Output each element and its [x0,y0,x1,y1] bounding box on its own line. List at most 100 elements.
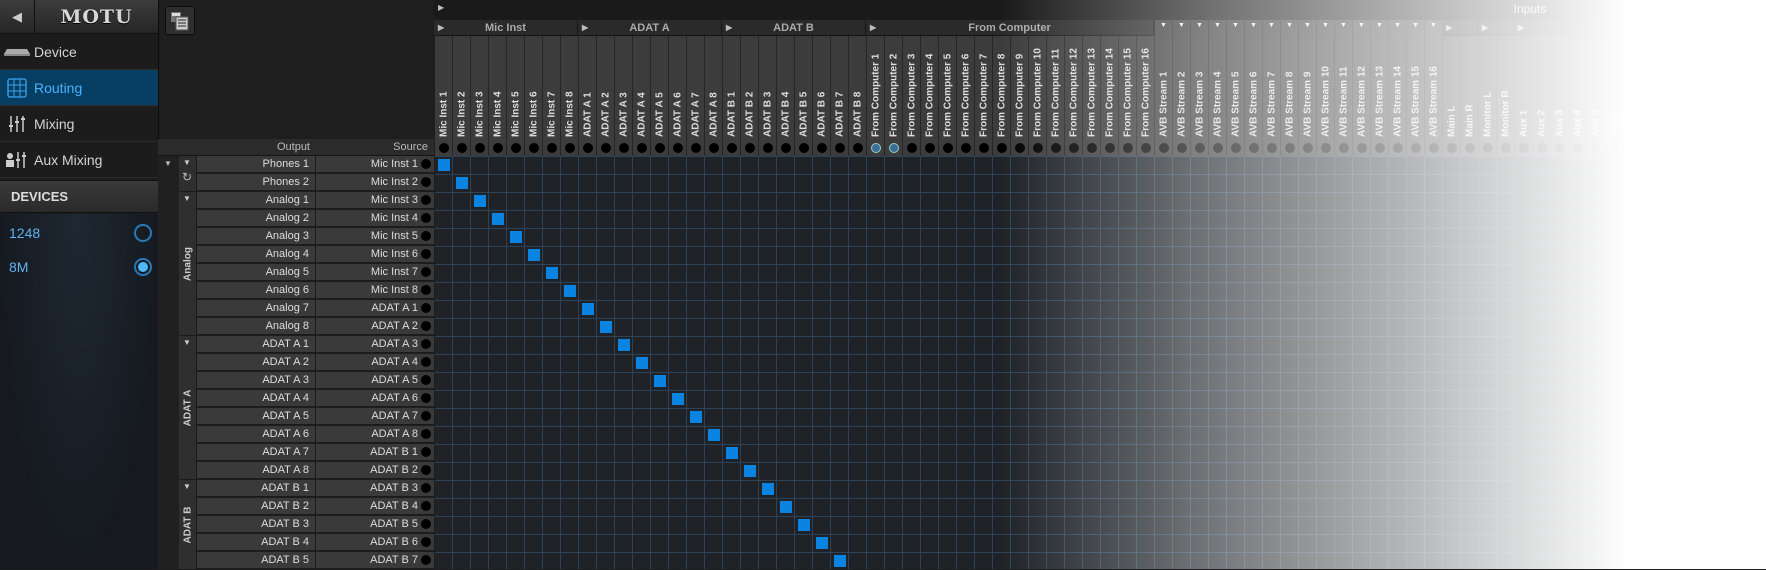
output-connection-dot[interactable] [421,555,431,565]
input-connection-dot[interactable] [1429,143,1439,153]
input-connection-dot[interactable] [547,143,557,153]
input-column[interactable]: AVB Stream 7 [1263,36,1281,156]
device-select-radio[interactable] [134,224,152,242]
input-group-from-computer[interactable]: ▶ From Computer [866,20,1154,36]
input-connection-dot[interactable] [763,143,773,153]
input-connection-dot[interactable] [1483,143,1493,153]
input-column[interactable]: From Computer 8 [993,36,1011,156]
input-column[interactable]: From Computer 13 [1083,36,1101,156]
input-connection-dot[interactable] [493,143,503,153]
input-connection-dot[interactable] [1177,143,1187,153]
input-connection-dot[interactable] [1465,143,1475,153]
input-column[interactable]: Aux 5 [1587,36,1605,156]
output-group-adat-a[interactable]: ▼ ADAT A [179,336,197,480]
output-connection-dot[interactable] [421,393,431,403]
input-column[interactable]: From Computer 6 [957,36,975,156]
input-connection-dot[interactable] [691,143,701,153]
input-column[interactable]: ADAT A 5 [651,36,669,156]
input-column[interactable]: Aux 4 [1569,36,1587,156]
input-column[interactable]: AVB Stream 3 [1191,36,1209,156]
input-column[interactable]: ADAT A 3 [615,36,633,156]
route-connection[interactable] [834,555,846,567]
input-connection-dot[interactable] [1357,143,1367,153]
input-column[interactable]: AVB Stream 13 [1371,36,1389,156]
output-connection-dot[interactable] [421,411,431,421]
input-connection-dot[interactable] [1537,143,1547,153]
input-column[interactable]: From Computer 11 [1047,36,1065,156]
route-connection[interactable] [456,177,468,189]
output-connection-dot[interactable] [421,177,431,187]
input-connection-dot[interactable] [475,143,485,153]
input-column[interactable]: ADAT B 7 [831,36,849,156]
input-column[interactable]: ADAT B 3 [759,36,777,156]
input-column[interactable]: From Computer 1 [867,36,885,156]
input-connection-dot[interactable] [925,143,935,153]
input-connection-dot[interactable] [1015,143,1025,153]
input-connection-dot[interactable] [1195,143,1205,153]
input-column[interactable]: AVB Stream 6 [1245,36,1263,156]
nav-aux-mixing[interactable]: Aux Mixing [0,142,158,178]
input-column[interactable]: ADAT A 7 [687,36,705,156]
source-label[interactable]: ADAT A 7 [316,408,434,425]
input-connection-dot[interactable] [1105,143,1115,153]
input-column[interactable]: Mic Inst 3 [471,36,489,156]
input-connection-dot[interactable] [1555,143,1565,153]
input-connection-dot[interactable] [565,143,575,153]
input-connection-dot[interactable] [511,143,521,153]
source-label[interactable]: ADAT B 2 [316,462,434,479]
input-connection-dot[interactable] [943,143,953,153]
source-label[interactable]: ADAT A 5 [316,372,434,389]
input-connection-dot[interactable] [457,143,467,153]
collapse-column-icon[interactable]: ▼ [1173,20,1191,36]
input-column[interactable]: AVB Stream 5 [1227,36,1245,156]
input-column[interactable]: Mic Inst 7 [543,36,561,156]
output-connection-dot[interactable] [421,285,431,295]
output-connection-dot[interactable] [421,231,431,241]
input-column[interactable]: ADAT B 2 [741,36,759,156]
input-column[interactable]: From Computer 10 [1029,36,1047,156]
expand-group-icon[interactable]: ▶ [1482,23,1488,32]
collapse-column-icon[interactable]: ▼ [1407,20,1425,36]
input-connection-dot[interactable] [1627,143,1637,153]
input-connection-dot[interactable] [1519,143,1529,153]
input-column[interactable]: ADAT A 6 [669,36,687,156]
output-connection-dot[interactable] [421,357,431,367]
input-column[interactable]: ADAT B 5 [795,36,813,156]
input-connection-dot[interactable] [1321,143,1331,153]
route-connection[interactable] [492,213,504,225]
input-group-adat-b[interactable]: ▶ ADAT B [722,20,866,36]
route-connection[interactable] [528,249,540,261]
output-connection-dot[interactable] [421,519,431,529]
route-connection[interactable] [510,231,522,243]
input-column[interactable]: AVB Stream 11 [1335,36,1353,156]
device-item-8m[interactable]: 8M [0,251,158,283]
input-column[interactable]: AVB Stream 16 [1425,36,1443,156]
input-connection-dot[interactable] [709,143,719,153]
output-group-analog[interactable]: ▼ Analog [179,192,197,336]
route-connection[interactable] [546,267,558,279]
input-connection-dot[interactable] [1645,143,1655,153]
output-connection-dot[interactable] [421,267,431,277]
view-toggle-button[interactable] [165,6,195,35]
route-connection[interactable] [744,465,756,477]
input-connection-dot[interactable] [1411,143,1421,153]
input-column[interactable]: Mic Inst 6 [525,36,543,156]
source-label[interactable]: ADAT B 1 [316,444,434,461]
input-connection-dot[interactable] [1159,143,1169,153]
input-connection-dot[interactable] [583,143,593,153]
expand-group-icon[interactable]: ▶ [870,23,876,32]
collapse-column-icon[interactable]: ▼ [1155,20,1173,36]
input-column[interactable]: Aux 2 [1533,36,1551,156]
route-connection[interactable] [474,195,486,207]
route-connection[interactable] [798,519,810,531]
route-connection[interactable] [708,429,720,441]
device-select-radio[interactable] [134,258,152,276]
source-label[interactable]: ADAT A 6 [316,390,434,407]
collapse-column-icon[interactable]: ▼ [1371,20,1389,36]
input-connection-dot[interactable] [817,143,827,153]
input-connection-dot[interactable] [1285,143,1295,153]
source-label[interactable]: Mic Inst 7 [316,264,434,281]
input-connection-dot[interactable] [1375,143,1385,153]
input-column[interactable]: Aux 1 [1515,36,1533,156]
input-connection-dot[interactable] [1141,143,1151,153]
